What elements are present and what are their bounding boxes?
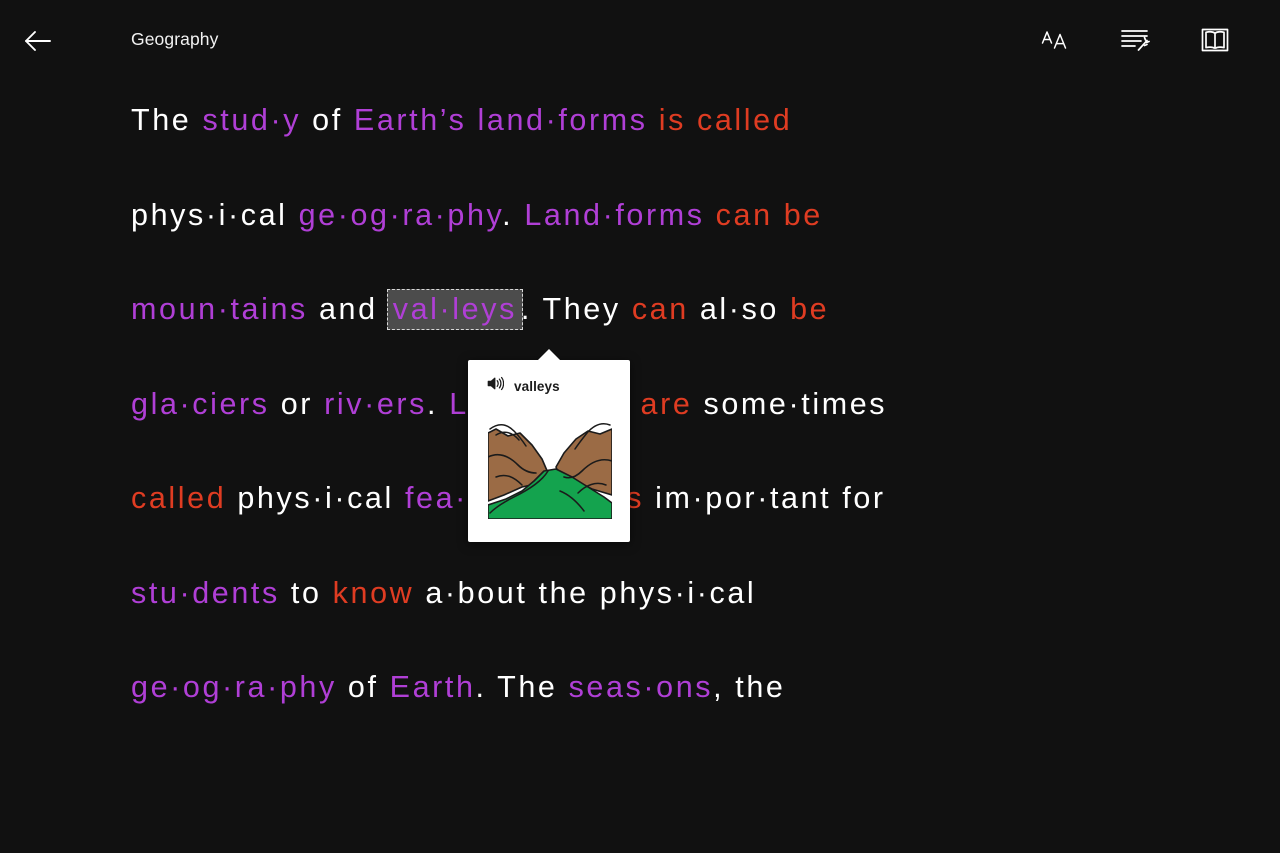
reader-word: riv·ers <box>324 386 428 421</box>
reader-line: The stud·y of Earth’s land·forms is call… <box>131 96 1251 144</box>
reader-word: . <box>502 197 525 232</box>
reader-word: a·bout the phys·i·cal <box>414 575 757 610</box>
reader-word: some·times <box>692 386 888 421</box>
speaker-icon[interactable] <box>487 376 505 396</box>
reader-word: is called <box>658 103 793 137</box>
reader-line: ge·og·ra·phy of Earth. The seas·ons, the <box>131 663 1251 711</box>
reader-word: phys·i·cal <box>226 481 405 515</box>
text-preferences-button[interactable] <box>1034 18 1076 62</box>
reader-word: ge·og·ra·phy <box>298 197 503 232</box>
valley-illustration <box>488 415 612 519</box>
reader-word: . <box>427 386 450 421</box>
reader-word: can <box>631 292 689 326</box>
popup-pointer <box>537 349 561 361</box>
reader-word: can be <box>715 197 823 232</box>
reader-word: phys·i·cal <box>131 197 288 232</box>
top-app-bar: Geography <box>0 0 1280 82</box>
reader-line: phys·i·cal ge·og·ra·phy. Land·forms can … <box>131 191 1251 239</box>
reader-word: , the <box>713 670 786 704</box>
reader-word <box>288 198 299 232</box>
reader-word: stud·y <box>202 103 302 137</box>
line-focus-wand-icon <box>1120 27 1150 53</box>
reader-word: seas·ons <box>568 670 714 704</box>
reader-word: or <box>269 386 325 421</box>
page-title: Geography <box>131 29 219 49</box>
picture-dictionary-header: valleys <box>487 376 560 396</box>
reader-word: im·por·tant for <box>644 481 886 515</box>
reader-word: called <box>131 481 227 515</box>
reader-word: Earth’s land·forms <box>353 103 648 137</box>
reader-word: . The <box>475 670 569 704</box>
text-size-aa-icon <box>1041 28 1069 52</box>
toolbar-actions <box>1034 18 1236 62</box>
reader-word: gla·ciers <box>131 386 270 421</box>
reader-text-area: The stud·y of Earth’s land·forms is call… <box>0 96 1280 766</box>
reader-word: and <box>307 292 389 326</box>
reader-word: of <box>336 670 390 704</box>
picture-dictionary-popup[interactable]: valleys <box>468 349 630 542</box>
reader-word: are <box>640 386 693 421</box>
reading-preferences-button[interactable] <box>1114 18 1156 62</box>
reader-word: al·so <box>688 292 791 326</box>
reader-word: . They <box>520 292 632 326</box>
page-layout-button[interactable] <box>1194 18 1236 62</box>
reader-word: know <box>332 575 415 610</box>
reader-line: called phys·i·cal fea·tur·es. It is im·p… <box>131 474 1251 522</box>
reader-word: stu·dents <box>131 575 280 610</box>
picture-dictionary-word: valleys <box>514 378 560 394</box>
reader-line: stu·dents to know a·bout the phys·i·cal <box>131 569 1251 617</box>
playback-bar <box>0 767 1280 853</box>
reader-word <box>648 103 659 137</box>
reader-word: Land·forms <box>524 197 705 232</box>
open-book-icon <box>1201 27 1229 53</box>
back-arrow-icon <box>23 29 53 53</box>
reader-word: The <box>131 103 203 137</box>
reader-word <box>629 387 640 421</box>
back-button[interactable] <box>16 16 60 66</box>
reader-word: ge·og·ra·phy <box>131 670 337 704</box>
reader-word: be <box>790 292 830 326</box>
reader-line: moun·tains and val·leys. They can al·so … <box>131 285 1251 333</box>
reader-word: to <box>279 575 333 610</box>
reader-word: Earth <box>389 670 476 704</box>
reader-line: gla·ciers or riv·ers. Land·forms are som… <box>131 380 1251 428</box>
reader-word: of <box>301 103 354 137</box>
reader-word: moun·tains <box>131 292 308 326</box>
selected-word[interactable]: val·leys <box>386 289 523 330</box>
reader-word <box>705 198 716 232</box>
